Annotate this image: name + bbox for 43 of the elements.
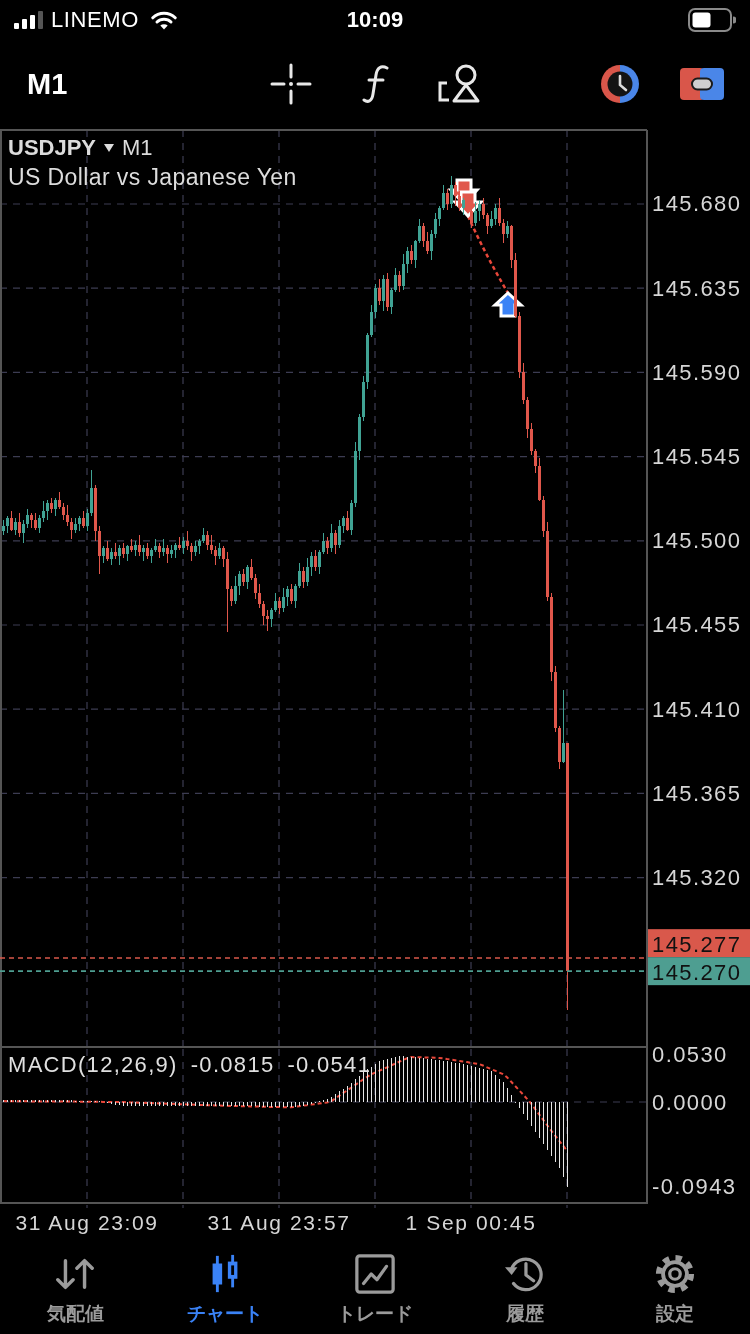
signal-icon	[14, 11, 43, 29]
caret-icon[interactable]	[104, 144, 115, 152]
price-label: 145.590	[652, 359, 742, 385]
status-time: 10:09	[346, 7, 404, 33]
indicator-value: -0.0541	[287, 1052, 372, 1078]
symbol-description: US Dollar vs Japanese Yen	[8, 164, 297, 191]
symbol-name[interactable]: USDJPY	[8, 135, 97, 161]
ref-line-label: 145.270	[652, 959, 742, 985]
nav-tab[interactable]: 設定	[600, 1238, 750, 1334]
time-label: 31 Aug 23:57	[207, 1210, 351, 1234]
price-label: 145.320	[652, 865, 742, 891]
chart-timeframe: M1	[122, 135, 153, 161]
price-label: 145.365	[652, 780, 742, 806]
price-label: 145.500	[652, 528, 742, 554]
price-label: 145.635	[652, 275, 742, 301]
time-label: 31 Aug 23:09	[15, 1210, 159, 1234]
carrier-name: LINEMO	[51, 7, 139, 33]
nav-tab[interactable]: チャート	[150, 1238, 300, 1334]
ref-line-label: 145.277	[652, 931, 742, 957]
price-label: 145.455	[652, 612, 742, 638]
crosshair-icon[interactable]	[270, 63, 313, 105]
macd-axis-label: 0.0000	[652, 1089, 728, 1115]
price-tag: 145.277	[648, 929, 750, 958]
price-tag: 145.270	[648, 957, 750, 986]
settings-icon	[654, 1253, 696, 1295]
time-label: 1 Sep 00:45	[405, 1210, 537, 1234]
timeframe-button[interactable]: M1	[27, 67, 68, 101]
indicator-value: -0.0815	[190, 1052, 275, 1078]
battery-icon	[688, 8, 736, 32]
indicator-name: MACD(12,26,9)	[8, 1052, 178, 1078]
nav-tab[interactable]: 気配値	[0, 1238, 150, 1334]
macd-axis-label: -0.0943	[652, 1174, 737, 1200]
price-label: 145.680	[652, 191, 742, 217]
price-label: 145.410	[652, 696, 742, 722]
nav-tab[interactable]: トレード	[300, 1238, 450, 1334]
function-icon[interactable]	[362, 64, 391, 104]
wifi-icon	[150, 10, 177, 30]
clock-icon[interactable]	[600, 64, 641, 104]
price-label: 145.545	[652, 444, 742, 470]
nav-tab[interactable]: 履歴	[450, 1238, 600, 1334]
line-chart-icon	[354, 1253, 396, 1295]
toggle-icon[interactable]	[680, 68, 725, 100]
macd-axis-label: 0.0530	[652, 1046, 728, 1067]
